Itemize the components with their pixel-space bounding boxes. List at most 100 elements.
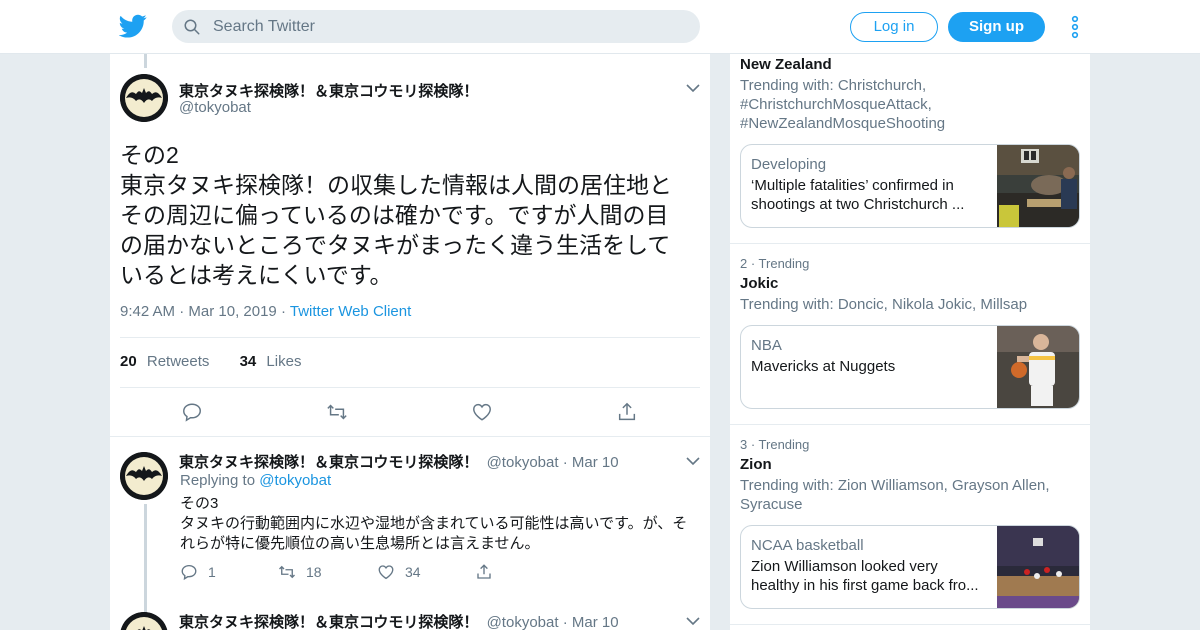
separator-dot: · [179, 303, 185, 320]
share-action[interactable] [475, 563, 503, 581]
trend-related: Trending with: Zion Williamson, Grayson … [740, 476, 1070, 514]
basketball-player-image [997, 326, 1079, 408]
signup-button[interactable]: Sign up [948, 12, 1045, 42]
replying-to-handle[interactable]: @tokyobat [259, 472, 331, 489]
chevron-down-icon[interactable] [686, 456, 700, 466]
card-category: NBA [751, 337, 782, 354]
login-button[interactable]: Log in [850, 12, 938, 42]
trend-separator [730, 243, 1090, 244]
display-name: 東京タヌキ探検隊！＆東京コウモリ探検隊！ @tokyobat · Mar 10 [179, 451, 619, 472]
separator-dot: · [562, 454, 568, 471]
tweet-time[interactable]: 9:42 AM [120, 303, 175, 320]
display-name: 東京タヌキ探検隊！＆東京コウモリ探検隊！ @tokyobat · Mar 10 [179, 611, 619, 630]
reply-count: 1 [208, 564, 216, 580]
top-navigation-bar: Search Twitter Log in Sign up [0, 0, 1200, 54]
trend-related-line: Trending with: Christchurch, [740, 77, 927, 94]
user-handle[interactable]: @tokyobat [487, 454, 559, 471]
likes-label[interactable]: Likes [266, 353, 301, 370]
trend-news-card[interactable]: NBA Mavericks at Nuggets [740, 325, 1080, 409]
retweet-action[interactable]: 18 [278, 563, 322, 581]
trend-news-card[interactable]: Developing ‘Multiple fatalities’ confirm… [740, 144, 1080, 228]
trend-rank-label: 3 · Trending [740, 437, 810, 452]
card-headline: ‘Multiple fatalities’ confirmed in shoot… [751, 176, 983, 214]
like-heart-icon [378, 565, 394, 580]
retweet-count: 18 [306, 564, 322, 580]
chevron-down-icon[interactable] [686, 616, 700, 626]
reply-icon [181, 564, 197, 581]
separator-dot: · [280, 303, 286, 320]
trend-related-line: Trending with: Zion Williamson, Grayson … [740, 477, 1050, 494]
display-name-text[interactable]: 東京タヌキ探検隊！＆東京コウモリ探検隊！ [179, 454, 478, 471]
bat-logo-icon [120, 452, 168, 500]
likes-count[interactable]: 34 [240, 353, 257, 370]
trend-title[interactable]: New Zealand [740, 56, 832, 73]
display-name[interactable]: 東京タヌキ探検隊！＆東京コウモリ探検隊！ [179, 80, 478, 101]
avatar[interactable] [120, 612, 168, 630]
tweet-thread-column: 東京タヌキ探検隊！＆東京コウモリ探検隊！ @tokyobat その2 東京タヌキ… [110, 54, 710, 630]
trend-title[interactable]: Jokic [740, 275, 778, 292]
tweet-text-line: その周辺に偏っているのは確かです。ですが人間の目 [120, 202, 669, 228]
tweet-text-line: れらが特に優先順位の高い生息場所とは言えません。 [180, 535, 540, 552]
trend-separator [730, 424, 1090, 425]
card-headline-line: shootings at two Christchurch ... [751, 196, 965, 213]
avatar[interactable] [120, 452, 168, 500]
tweet-text: その3 タヌキの行動範囲内に水辺や湿地が含まれている可能性は高いです。が、そ れ… [180, 494, 695, 554]
trend-title[interactable]: Zion [740, 456, 772, 473]
trend-related-line: Syracuse [740, 496, 803, 513]
bat-logo-icon [120, 74, 168, 122]
search-icon [184, 19, 200, 35]
tweet-text-line: いるとは考えにくいです。 [120, 262, 393, 288]
thread-connector-line [144, 54, 147, 68]
like-action[interactable]: 34 [377, 563, 421, 581]
reply-icon[interactable] [181, 401, 203, 423]
card-headline-line: Mavericks at Nuggets [751, 358, 896, 375]
chevron-down-icon[interactable] [686, 83, 700, 93]
like-count: 34 [405, 564, 421, 580]
tweet-text-line: その2 [120, 142, 179, 168]
retweets-count[interactable]: 20 [120, 353, 137, 370]
news-thumbnail-image [997, 145, 1079, 227]
tweet-date[interactable]: Mar 10 [572, 454, 619, 471]
user-handle[interactable]: @tokyobat [487, 614, 559, 630]
avatar[interactable] [120, 74, 168, 122]
basketball-game-image [997, 526, 1079, 608]
tweet-separator [110, 436, 710, 437]
trends-sidebar: New Zealand Trending with: Christchurch,… [730, 54, 1090, 630]
card-headline: Mavericks at Nuggets [751, 357, 983, 376]
trend-separator [730, 624, 1090, 625]
retweet-icon[interactable] [326, 401, 348, 423]
card-category: Developing [751, 156, 827, 173]
tweet-date[interactable]: Mar 10 [572, 614, 619, 630]
tweet-client-link[interactable]: Twitter Web Client [290, 303, 411, 320]
trend-related-line: #NewZealandMosqueShooting [740, 115, 946, 132]
retweet-icon [279, 565, 295, 579]
retweets-label[interactable]: Retweets [147, 353, 210, 370]
search-bar[interactable]: Search Twitter [172, 10, 700, 43]
share-icon[interactable] [616, 401, 638, 423]
trend-related-line: #ChristchurchMosqueAttack, [740, 96, 932, 113]
tweet-text: その2 東京タヌキ探検隊！の収集した情報は人間の居住地と その周辺に偏っているの… [120, 140, 700, 290]
display-name-text[interactable]: 東京タヌキ探検隊！＆東京コウモリ探検隊！ [179, 614, 478, 630]
divider [120, 337, 700, 338]
share-icon [477, 564, 491, 579]
like-heart-icon[interactable] [471, 401, 493, 423]
more-options-icon[interactable] [1068, 15, 1082, 39]
card-headline-line: Zion Williamson looked very [751, 558, 938, 575]
tweet-text-line: 東京タヌキ探検隊！の収集した情報は人間の居住地と [120, 172, 672, 198]
reply-action[interactable]: 1 [180, 563, 216, 581]
bat-logo-icon [120, 612, 168, 630]
divider [120, 387, 700, 388]
trend-news-card[interactable]: NCAA basketball Zion Williamson looked v… [740, 525, 1080, 609]
user-handle[interactable]: @tokyobat [179, 99, 251, 116]
twitter-bird-icon[interactable] [119, 12, 147, 40]
tweet-text-line: タヌキの行動範囲内に水辺や湿地が含まれている可能性は高いです。が、そ [180, 515, 688, 532]
trend-related: Trending with: Christchurch, #Christchur… [740, 76, 1070, 133]
tweet-metadata: 9:42 AM · Mar 10, 2019 · Twitter Web Cli… [120, 303, 411, 320]
search-input[interactable]: Search Twitter [213, 18, 315, 36]
replying-to: Replying to @tokyobat [180, 472, 331, 489]
thread-connector-line [144, 504, 147, 614]
card-category: NCAA basketball [751, 537, 864, 554]
replying-to-label: Replying to [180, 472, 256, 489]
trend-rank-label: 2 · Trending [740, 256, 810, 271]
tweet-date[interactable]: Mar 10, 2019 [188, 303, 276, 320]
